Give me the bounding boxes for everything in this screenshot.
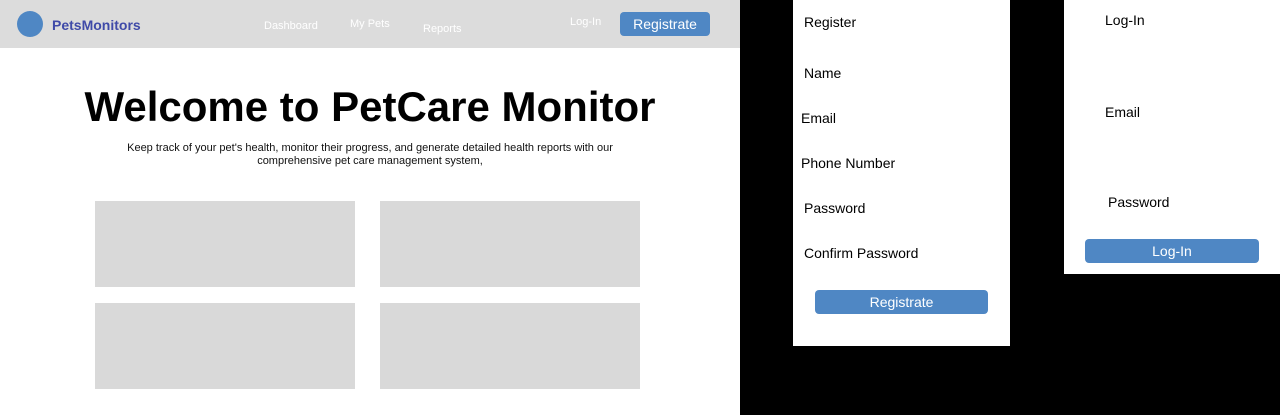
confirm-password-field[interactable]: Confirm Password bbox=[804, 245, 918, 261]
feature-card bbox=[380, 303, 640, 389]
logo-icon[interactable] bbox=[17, 11, 43, 37]
password-field[interactable]: Password bbox=[804, 200, 865, 216]
register-panel: Register Name Email Phone Number Passwor… bbox=[793, 0, 1010, 346]
login-submit-button[interactable]: Log-In bbox=[1085, 239, 1259, 263]
hero-subtitle: Keep track of your pet's health, monitor… bbox=[127, 142, 613, 167]
feature-card bbox=[95, 303, 355, 389]
nav-link-dashboard[interactable]: Dashboard bbox=[264, 20, 318, 32]
nav-login-link[interactable]: Log-In bbox=[570, 16, 601, 28]
login-password-field[interactable]: Password bbox=[1108, 194, 1169, 210]
phone-number-field[interactable]: Phone Number bbox=[801, 155, 895, 171]
name-field[interactable]: Name bbox=[804, 65, 841, 81]
page-title: Welcome to PetCare Monitor bbox=[84, 83, 656, 130]
email-field[interactable]: Email bbox=[801, 110, 836, 126]
nav-link-my-pets[interactable]: My Pets bbox=[350, 18, 390, 30]
nav-link-reports[interactable]: Reports bbox=[423, 23, 462, 35]
brand-name[interactable]: PetsMonitors bbox=[52, 17, 141, 33]
main-page: PetsMonitors Dashboard My Pets Reports L… bbox=[0, 0, 740, 415]
login-title: Log-In bbox=[1105, 12, 1145, 28]
feature-card bbox=[95, 201, 355, 287]
login-panel: Log-In Email Password Log-In bbox=[1064, 0, 1280, 274]
nav-register-button[interactable]: Registrate bbox=[620, 12, 710, 36]
feature-card bbox=[380, 201, 640, 287]
navbar: PetsMonitors Dashboard My Pets Reports L… bbox=[0, 0, 740, 48]
register-title: Register bbox=[804, 14, 857, 30]
login-email-field[interactable]: Email bbox=[1105, 104, 1140, 120]
register-submit-button[interactable]: Registrate bbox=[815, 290, 988, 314]
